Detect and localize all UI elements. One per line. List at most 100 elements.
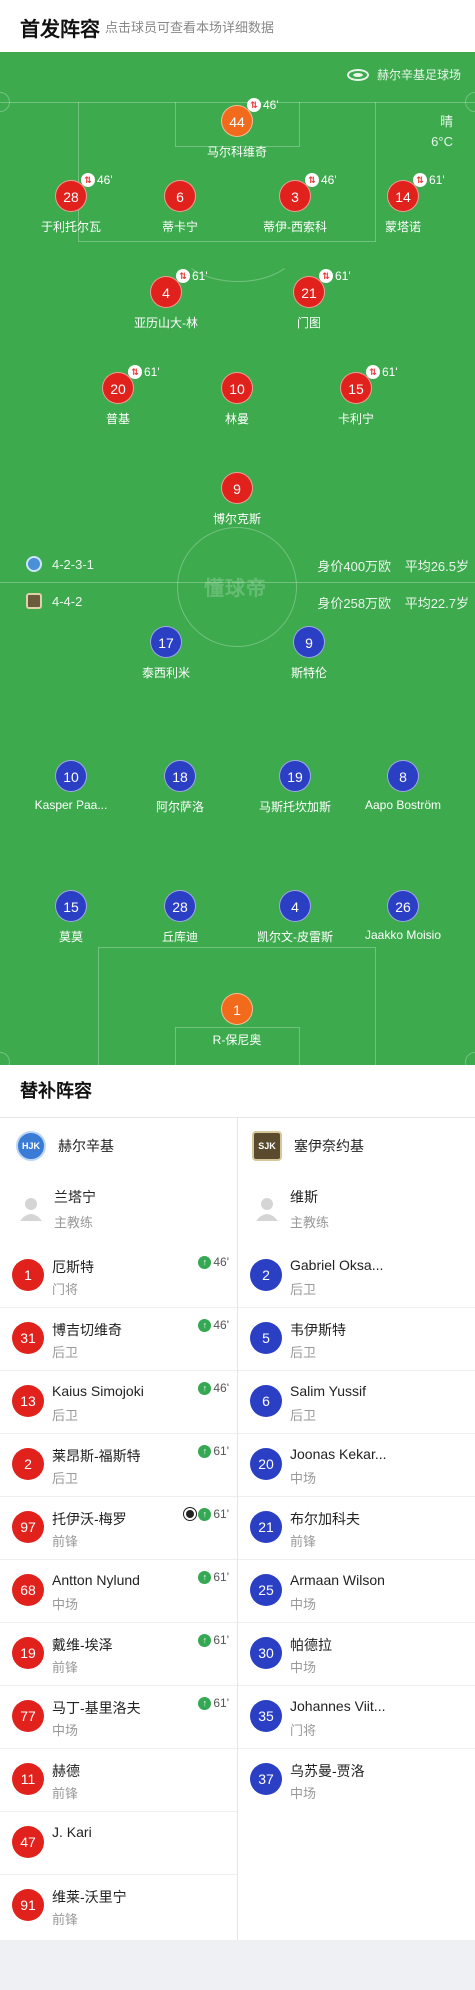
sub-player-row[interactable]: 19 戴维-埃泽 前锋 ↑ 61' <box>0 1623 237 1686</box>
squad-value: 身价258万欧 <box>317 596 392 611</box>
player-away-midfielder[interactable]: 15 ⇅ 61' 卡利宁 <box>296 365 416 432</box>
player-name: Kaius Simojoki <box>52 1383 144 1399</box>
sub-out-tag: ⇅ 46' <box>247 98 279 112</box>
sub-player-row[interactable]: 20 Joonas Kekar... 中场 <box>238 1434 475 1497</box>
player-role: 门将 <box>52 1282 79 1297</box>
player-number: 26 <box>387 890 419 922</box>
player-role: 前锋 <box>52 1660 79 1675</box>
sub-player-row[interactable]: 91 维莱-沃里宁 前锋 <box>0 1875 237 1938</box>
player-away-striker[interactable]: 9 博尔克斯 <box>177 472 297 532</box>
player-home-forward[interactable]: 9 斯特伦 <box>249 626 369 686</box>
player-away-midfielder[interactable]: 21 ⇅ 61' 门图 <box>249 269 369 336</box>
sub-player-row[interactable]: 2 莱昂斯-福斯特 后卫 ↑ 61' <box>0 1434 237 1497</box>
player-name: Antton Nylund <box>52 1572 140 1588</box>
player-name: 亚历山大-林 <box>134 316 198 330</box>
player-role: 后卫 <box>290 1345 317 1360</box>
player-home-defender[interactable]: 26 Jaakko Moisio <box>343 890 463 950</box>
player-away-midfielder[interactable]: 10 林曼 <box>177 372 297 432</box>
sub-player-row[interactable]: 97 托伊沃-梅罗 前锋 ↑ 61' <box>0 1497 237 1560</box>
player-number: 18 <box>164 760 196 792</box>
sub-player-row[interactable]: 25 Armaan Wilson 中场 <box>238 1560 475 1623</box>
sub-player-row[interactable]: 30 帕德拉 中场 <box>238 1623 475 1686</box>
player-name: 泰西利米 <box>141 666 190 680</box>
squad-value: 身价400万欧 <box>317 559 392 574</box>
sub-player-row[interactable]: 31 博吉切维奇 后卫 ↑ 46' <box>0 1308 237 1371</box>
player-number: 19 <box>12 1637 44 1669</box>
corner-arc <box>465 92 475 112</box>
player-name: 赫德 <box>52 1763 80 1779</box>
player-home-midfielder[interactable]: 19 马斯托坎加斯 <box>235 760 355 820</box>
player-role: 后卫 <box>52 1345 79 1360</box>
player-home-keeper[interactable]: 1 R-保尼奥 <box>177 993 297 1053</box>
sub-in-event: ↑ 46' <box>198 1255 229 1269</box>
left-team-header[interactable]: HJK 赫尔辛基 <box>16 1131 114 1161</box>
player-number: 1 <box>12 1259 44 1291</box>
sub-player-row[interactable]: 68 Antton Nylund 中场 ↑ 61' <box>0 1560 237 1623</box>
away-stats: 身价400万欧 平均26.5岁 <box>317 556 469 575</box>
stadium-name: 赫尔辛基足球场 <box>376 68 461 82</box>
sub-in-icon: ↑ <box>198 1255 212 1269</box>
player-home-midfielder[interactable]: 8 Aapo Boström <box>343 760 463 820</box>
player-number: 30 <box>250 1637 282 1669</box>
player-away-midfielder[interactable]: 4 ⇅ 61' 亚历山大-林 <box>106 269 226 336</box>
sub-player-row[interactable]: 77 马丁-基里洛夫 中场 ↑ 61' <box>0 1686 237 1749</box>
sub-in-icon: ↑ <box>198 1381 212 1395</box>
player-name: 林曼 <box>224 412 249 426</box>
temperature: 6°C <box>431 134 453 149</box>
player-away-defender[interactable]: 3 ⇅ 46' 蒂伊-西索科 <box>235 173 355 240</box>
sub-player-row[interactable]: 47 J. Kari <box>0 1812 237 1875</box>
home-formation: 4-4-2 <box>26 593 82 609</box>
coach-role: 主教练 <box>54 1215 94 1230</box>
sub-player-row[interactable]: 21 布尔加科夫 前锋 <box>238 1497 475 1560</box>
player-role: 后卫 <box>52 1471 79 1486</box>
player-name: Gabriel Oksa... <box>290 1257 384 1273</box>
sub-out-tag: ⇅ 61' <box>319 269 351 283</box>
player-name: Joonas Kekar... <box>290 1446 387 1462</box>
sub-out-icon: ⇅ <box>247 98 261 112</box>
player-name: 厄斯特 <box>52 1259 94 1275</box>
sub-player-row[interactable]: 6 Salim Yussif 后卫 <box>238 1371 475 1434</box>
player-name: 卡利宁 <box>337 412 374 426</box>
player-name: J. Kari <box>52 1824 92 1840</box>
sub-player-row[interactable]: 13 Kaius Simojoki 后卫 ↑ 46' <box>0 1371 237 1434</box>
player-name: 马斯托坎加斯 <box>258 800 331 814</box>
player-away-defender[interactable]: 6 蒂卡宁 <box>120 180 240 240</box>
player-away-defender[interactable]: 28 ⇅ 46' 于利托尔瓦 <box>11 173 131 240</box>
coach-name: 维斯 <box>290 1189 318 1205</box>
player-number: 25 <box>250 1574 282 1606</box>
player-away-midfielder[interactable]: 20 ⇅ 61' 普基 <box>58 365 178 432</box>
player-number: 6 <box>164 180 196 212</box>
sub-player-row[interactable]: 35 Johannes Viit... 门将 <box>238 1686 475 1749</box>
substitutes-panel: 替补阵容 HJK 赫尔辛基 SJK 塞伊奈约基 兰塔宁 主教练 维斯 主教练 1… <box>0 1065 475 1940</box>
sub-player-row[interactable]: 37 乌苏曼-贾洛 中场 <box>238 1749 475 1812</box>
player-name: 凯尔文-皮雷斯 <box>257 930 333 944</box>
player-name: 莱昂斯-福斯特 <box>52 1448 141 1464</box>
sub-in-event: ↑ 61' <box>198 1633 229 1647</box>
player-home-defender[interactable]: 4 凯尔文-皮雷斯 <box>235 890 355 950</box>
player-away-defender[interactable]: 14 ⇅ 61' 蒙塔诺 <box>343 173 463 240</box>
player-number: 8 <box>387 760 419 792</box>
sub-player-row[interactable]: 11 赫德 前锋 <box>0 1749 237 1812</box>
player-home-forward[interactable]: 17 泰西利米 <box>106 626 226 686</box>
team-name: 赫尔辛基 <box>58 1138 114 1154</box>
player-away-keeper[interactable]: 44 ⇅ 46' 马尔科维奇 <box>177 98 297 165</box>
player-home-defender[interactable]: 28 丘库迪 <box>120 890 240 950</box>
player-number: 5 <box>250 1322 282 1354</box>
player-name: Salim Yussif <box>290 1383 366 1399</box>
player-home-defender[interactable]: 15 莫莫 <box>11 890 131 950</box>
player-name: 博尔克斯 <box>212 512 261 526</box>
right-team-header[interactable]: SJK 塞伊奈约基 <box>252 1131 364 1161</box>
player-role: 前锋 <box>52 1912 79 1927</box>
coach-avatar-icon <box>20 1198 42 1221</box>
player-name: 丘库迪 <box>161 930 198 944</box>
player-home-midfielder[interactable]: 18 阿尔萨洛 <box>120 760 240 820</box>
sub-player-row[interactable]: 2 Gabriel Oksa... 后卫 <box>238 1245 475 1308</box>
player-name: 斯特伦 <box>290 666 327 680</box>
sub-in-icon: ↑ <box>198 1507 212 1521</box>
sub-in-event: ↑ 61' <box>198 1570 229 1584</box>
coach-name: 兰塔宁 <box>54 1189 96 1205</box>
player-home-midfielder[interactable]: 10 Kasper Paa... <box>11 760 131 820</box>
formation-label: 4-2-3-1 <box>52 556 94 572</box>
sub-player-row[interactable]: 1 厄斯特 门将 ↑ 46' <box>0 1245 237 1308</box>
sub-player-row[interactable]: 5 韦伊斯特 后卫 <box>238 1308 475 1371</box>
